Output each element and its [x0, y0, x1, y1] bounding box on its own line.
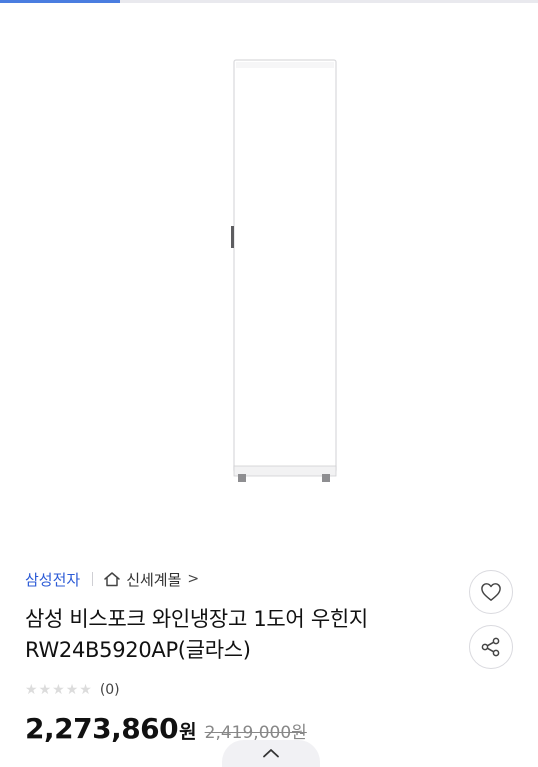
product-title: 삼성 비스포크 와인냉장고 1도어 우힌지 RW24B5920AP(글라스) [25, 607, 368, 662]
brand-link[interactable]: 삼성전자 [25, 569, 80, 590]
star-icon: ★ [52, 682, 65, 698]
share-button[interactable] [469, 625, 513, 669]
chevron-up-icon [263, 749, 279, 758]
chevron-right-icon: > [187, 571, 200, 587]
store-name: 신세계몰 [126, 570, 182, 589]
star-icon: ★ [79, 682, 92, 698]
review-count: (0) [99, 682, 120, 698]
active-tab-indicator [0, 0, 120, 3]
price-unit: 원 [179, 721, 197, 743]
rating-row[interactable]: ★ ★ ★ ★ ★ (0) [25, 680, 120, 700]
star-icon: ★ [38, 682, 52, 698]
star-icon: ★ [65, 682, 79, 698]
product-image[interactable] [222, 58, 342, 488]
star-icon: ★ [25, 682, 38, 698]
heart-icon [481, 583, 501, 601]
home-icon [104, 572, 120, 587]
wishlist-button[interactable] [469, 570, 513, 614]
brand-row: 삼성전자 신세계몰 > [25, 568, 199, 590]
scroll-up-tab[interactable] [222, 740, 320, 767]
star-rating: ★ ★ ★ ★ ★ [25, 683, 92, 697]
store-link[interactable]: 신세계몰 > [103, 569, 199, 590]
share-icon [481, 637, 500, 657]
brand-divider [92, 572, 94, 586]
sale-price: 2,273,860 [25, 712, 179, 745]
